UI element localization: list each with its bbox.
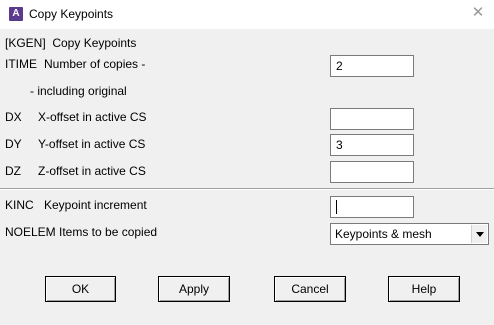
help-button[interactable]: Help bbox=[388, 276, 460, 302]
dz-label: Z-offset in active CS bbox=[38, 164, 146, 178]
noelem-label: Items to be copied bbox=[59, 225, 158, 239]
title-bar: A Copy Keypoints ✕ bbox=[0, 0, 494, 29]
itime-label: Number of copies - bbox=[44, 57, 146, 71]
close-icon[interactable]: ✕ bbox=[470, 5, 486, 21]
section-divider bbox=[0, 188, 494, 190]
kinc-input[interactable] bbox=[330, 196, 414, 218]
dz-code: DZ bbox=[5, 164, 21, 178]
itime-code: ITIME bbox=[5, 57, 37, 71]
dy-code: DY bbox=[5, 137, 22, 151]
noelem-selected-value: Keypoints & mesh bbox=[335, 227, 432, 241]
noelem-code: NOELEM bbox=[5, 225, 56, 239]
cancel-button[interactable]: Cancel bbox=[274, 276, 346, 302]
itime-sublabel: - including original bbox=[30, 84, 127, 98]
window-title: Copy Keypoints bbox=[29, 7, 114, 21]
itime-input[interactable]: 2 bbox=[330, 55, 414, 77]
dy-label: Y-offset in active CS bbox=[38, 137, 146, 151]
dropdown-button[interactable] bbox=[471, 225, 487, 243]
dx-code: DX bbox=[5, 110, 22, 124]
kinc-code: KINC bbox=[5, 198, 34, 212]
ok-button[interactable]: OK bbox=[45, 276, 116, 302]
text-caret bbox=[336, 200, 337, 214]
noelem-select[interactable]: Keypoints & mesh bbox=[330, 223, 489, 245]
dx-label: X-offset in active CS bbox=[38, 110, 147, 124]
command-header: [KGEN] Copy Keypoints bbox=[5, 36, 137, 50]
dx-input[interactable] bbox=[330, 108, 414, 130]
kinc-label: Keypoint increment bbox=[44, 198, 147, 212]
apply-button[interactable]: Apply bbox=[158, 276, 230, 302]
dy-input[interactable]: 3 bbox=[330, 134, 414, 156]
chevron-down-icon bbox=[476, 232, 484, 237]
dz-input[interactable] bbox=[330, 161, 414, 183]
ansys-app-icon: A bbox=[9, 7, 23, 21]
